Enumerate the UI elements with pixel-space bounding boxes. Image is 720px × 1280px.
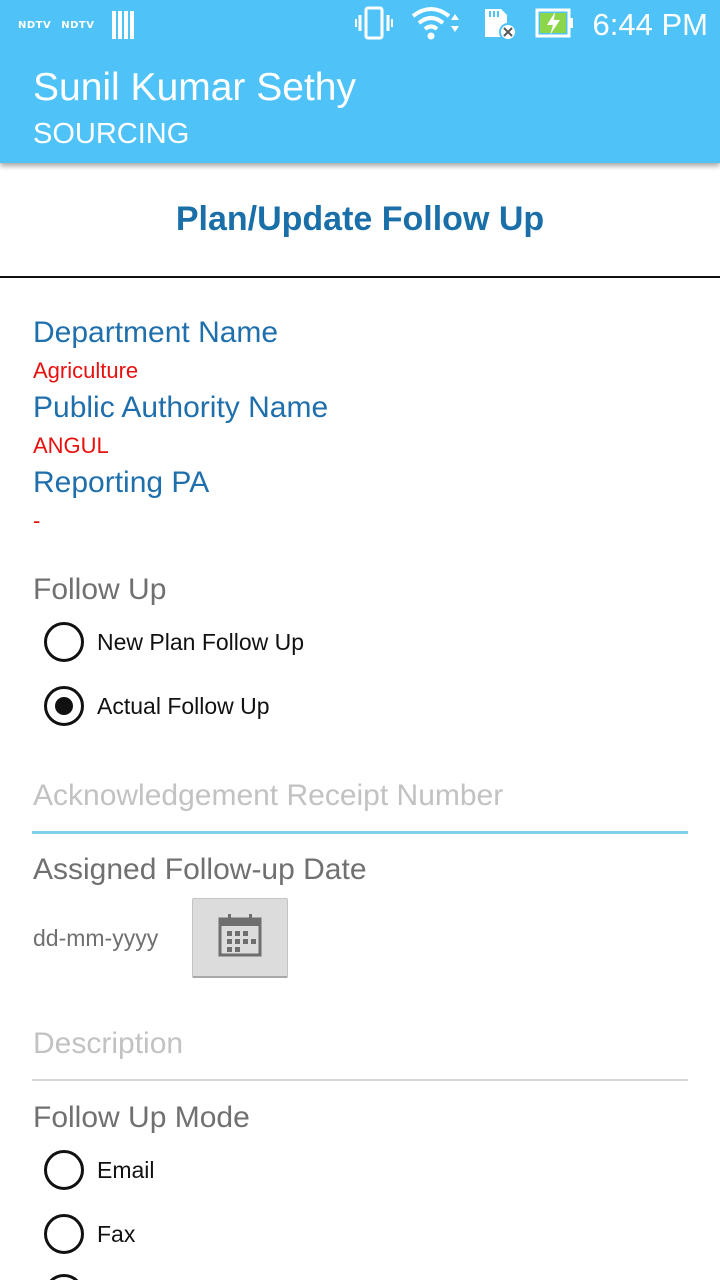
input-underline: [32, 1079, 688, 1081]
radio-fax[interactable]: Fax: [44, 1214, 135, 1254]
input-focus-underline: [32, 831, 688, 834]
radio-label: New Plan Follow Up: [97, 628, 305, 655]
radio-new-plan-follow-up[interactable]: New Plan Follow Up: [44, 622, 304, 662]
radio-checked-icon[interactable]: [44, 686, 84, 726]
wifi-icon: [411, 6, 463, 45]
ack-receipt-placeholder: Acknowledgement Receipt Number: [33, 779, 504, 812]
public-authority-label: Public Authority Name: [33, 391, 329, 424]
radio-unchecked-icon[interactable]: [44, 1274, 84, 1280]
app-subtitle: SOURCING: [33, 118, 190, 150]
app-title: Sunil Kumar Sethy: [33, 66, 356, 109]
sd-card-icon: [481, 5, 517, 46]
radio-actual-follow-up[interactable]: Actual Follow Up: [44, 686, 270, 726]
radio-unchecked-icon[interactable]: [44, 1214, 84, 1254]
radio-email[interactable]: Email: [44, 1150, 155, 1190]
radio-label: Actual Follow Up: [97, 692, 270, 719]
follow-up-label: Follow Up: [33, 573, 167, 606]
ndtv-notification-icon: NDTV: [61, 19, 95, 31]
description-placeholder: Description: [33, 1027, 184, 1060]
status-bar: NDTV NDTV 6:44 PM: [0, 0, 720, 50]
reporting-pa-label: Reporting PA: [33, 466, 210, 499]
battery-charging-icon: [535, 8, 575, 43]
calendar-icon: [218, 913, 262, 962]
vibrate-icon: [354, 6, 393, 45]
public-authority-value: ANGUL: [33, 433, 109, 458]
radio-next-option-partial[interactable]: [44, 1274, 84, 1280]
app-bar: NDTV NDTV 6:44 PM Sunil Kumar Sethy SOUR…: [0, 0, 720, 163]
reporting-pa-value: -: [33, 508, 41, 533]
date-picker-button[interactable]: [192, 898, 288, 978]
assigned-date-label: Assigned Follow-up Date: [33, 853, 367, 886]
radio-label: Fax: [97, 1220, 136, 1247]
ack-receipt-number-input[interactable]: Acknowledgement Receipt Number: [32, 779, 688, 835]
page-title: Plan/Update Follow Up: [175, 200, 545, 238]
heading-divider: [0, 276, 720, 278]
description-input[interactable]: Description: [32, 1027, 688, 1083]
radio-unchecked-icon[interactable]: [44, 622, 84, 662]
assigned-date-value: dd-mm-yyyy: [33, 925, 159, 951]
ndtv-notification-icon: NDTV: [18, 19, 52, 31]
department-value: Agriculture: [33, 358, 139, 383]
status-time: 6:44 PM: [592, 7, 708, 42]
radio-label: Email: [97, 1156, 155, 1183]
department-label: Department Name: [33, 316, 279, 349]
radio-unchecked-icon[interactable]: [44, 1150, 84, 1190]
follow-up-mode-label: Follow Up Mode: [33, 1101, 250, 1134]
barcode-notification-icon: [112, 11, 135, 39]
